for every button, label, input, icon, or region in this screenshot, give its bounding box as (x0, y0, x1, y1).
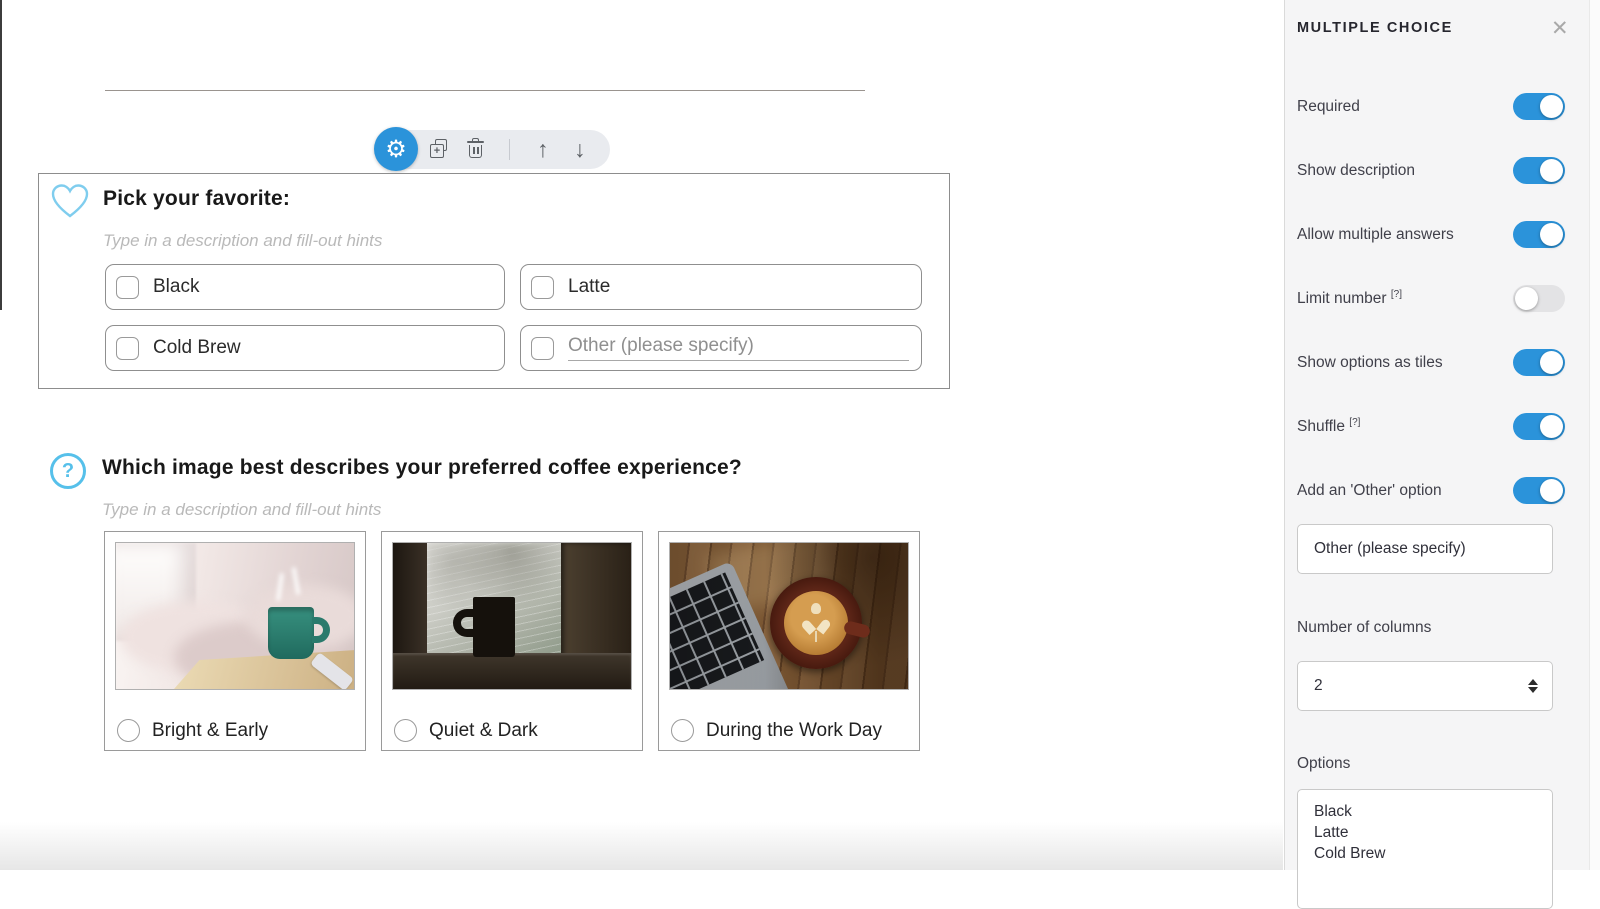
delete-button[interactable] (467, 138, 485, 159)
columns-select[interactable]: 2 (1297, 661, 1553, 711)
setting-row-shuffle: Shuffle [?] (1297, 413, 1565, 440)
canvas-bottom-fade (0, 822, 1283, 870)
radio-icon[interactable] (671, 719, 694, 742)
photo-latte-laptop (669, 542, 909, 690)
setting-row-limit-number: Limit number [?] (1297, 285, 1565, 312)
setting-row-options-as-tiles: Show options as tiles (1297, 349, 1565, 376)
checkbox-icon[interactable] (531, 337, 554, 360)
option-label: Cold Brew (153, 337, 241, 359)
option-label: Black (153, 276, 199, 298)
setting-label: Show description (1297, 162, 1415, 180)
left-edge-strip (0, 0, 2, 310)
checkbox-icon[interactable] (531, 276, 554, 299)
toggle-other-option[interactable] (1513, 477, 1565, 504)
setting-label: Shuffle (1297, 418, 1345, 435)
radio-icon[interactable] (394, 719, 417, 742)
options-listbox[interactable]: Black Latte Cold Brew (1297, 789, 1553, 909)
stepper-icon (1528, 679, 1538, 693)
image-option-label: During the Work Day (706, 720, 882, 742)
image-option-quiet-dark[interactable]: Quiet & Dark (381, 531, 643, 751)
setting-row-allow-multiple: Allow multiple answers (1297, 221, 1565, 248)
duplicate-plus-icon: + (430, 144, 444, 158)
setting-row-required: Required (1297, 93, 1565, 120)
other-option-text-input[interactable] (1297, 524, 1553, 574)
toggle-required[interactable] (1513, 93, 1565, 120)
question-mark-icon: ? (50, 453, 86, 489)
other-option-input[interactable]: Other (please specify) (568, 335, 909, 361)
setting-label: Show options as tiles (1297, 354, 1443, 372)
question-title[interactable]: Which image best describes your preferre… (102, 456, 742, 480)
columns-select-value: 2 (1314, 677, 1323, 695)
toggle-shuffle[interactable] (1513, 413, 1565, 440)
setting-label: Allow multiple answers (1297, 226, 1454, 244)
settings-button[interactable]: ⚙ (374, 127, 418, 171)
help-marker[interactable]: [?] (1391, 289, 1402, 300)
settings-panel: MULTIPLE CHOICE ✕ Required Show descript… (1284, 0, 1600, 870)
setting-label: Limit number (1297, 290, 1387, 307)
image-option-work-day[interactable]: During the Work Day (658, 531, 920, 751)
toggle-allow-multiple[interactable] (1513, 221, 1565, 248)
panel-title: MULTIPLE CHOICE (1297, 20, 1453, 36)
toggle-show-description[interactable] (1513, 157, 1565, 184)
duplicate-button[interactable]: + (430, 139, 450, 159)
question-picture-choice[interactable]: ? Which image best describes your prefer… (38, 440, 950, 770)
help-marker[interactable]: [?] (1349, 417, 1360, 428)
toggle-options-as-tiles[interactable] (1513, 349, 1565, 376)
question-description-placeholder[interactable]: Type in a description and fill-out hints (103, 231, 382, 251)
options-list-item[interactable]: Latte (1314, 822, 1552, 843)
image-option-label: Quiet & Dark (429, 720, 538, 742)
columns-label: Number of columns (1297, 619, 1431, 637)
setting-label: Required (1297, 98, 1360, 116)
move-up-button[interactable]: ↑ (537, 138, 549, 161)
radio-icon[interactable] (117, 719, 140, 742)
option-tile-other[interactable]: Other (please specify) (520, 325, 922, 371)
toolbar-divider (509, 139, 510, 160)
option-label: Latte (568, 276, 610, 298)
photo-morning-mug (115, 542, 355, 690)
close-icon[interactable]: ✕ (1551, 16, 1569, 41)
image-option-bright-early[interactable]: Bright & Early (104, 531, 366, 751)
options-label: Options (1297, 755, 1350, 773)
question-card-multiple-choice[interactable]: Pick your favorite: Type in a descriptio… (38, 173, 950, 389)
previous-question-input-line (105, 90, 865, 91)
options-list-item[interactable]: Black (1314, 801, 1552, 822)
options-list-item[interactable]: Cold Brew (1314, 843, 1552, 864)
question-title[interactable]: Pick your favorite: (103, 187, 290, 211)
form-canvas: ⚙ + ↑ ↓ Pick your favorite: Type in a de… (0, 0, 1283, 870)
photo-rainy-window (392, 542, 632, 690)
sidebar-scrollbar[interactable] (1589, 0, 1600, 870)
move-down-button[interactable]: ↓ (574, 138, 586, 161)
checkbox-icon[interactable] (116, 337, 139, 360)
heart-icon (50, 183, 90, 221)
setting-row-show-description: Show description (1297, 157, 1565, 184)
option-tile-black[interactable]: Black (105, 264, 505, 310)
image-option-label: Bright & Early (152, 720, 268, 742)
toggle-limit-number[interactable] (1513, 285, 1565, 312)
setting-label: Add an 'Other' option (1297, 482, 1442, 500)
checkbox-icon[interactable] (116, 276, 139, 299)
question-description-placeholder[interactable]: Type in a description and fill-out hints (102, 500, 381, 520)
option-tile-cold-brew[interactable]: Cold Brew (105, 325, 505, 371)
option-tile-latte[interactable]: Latte (520, 264, 922, 310)
setting-row-other-option: Add an 'Other' option (1297, 477, 1565, 504)
gear-icon: ⚙ (385, 135, 407, 164)
